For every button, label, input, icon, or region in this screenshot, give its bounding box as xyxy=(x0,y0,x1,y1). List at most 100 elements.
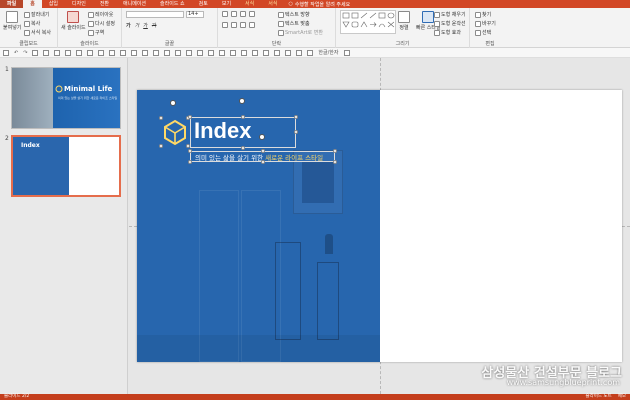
spacing-quick-icon[interactable] xyxy=(241,49,248,56)
resize-handle[interactable] xyxy=(159,144,163,148)
tab-4[interactable]: 전환 xyxy=(93,0,116,8)
section-button[interactable]: 구역 xyxy=(88,29,104,36)
direction-quick-icon[interactable] xyxy=(274,49,281,56)
underline-icon[interactable]: 가 xyxy=(143,22,148,29)
justify-icon[interactable] xyxy=(249,22,255,28)
resize-handle[interactable] xyxy=(241,146,245,150)
size-quick-icon[interactable] xyxy=(307,49,314,56)
group-quick-icon[interactable] xyxy=(186,49,193,56)
font-color-quick-icon[interactable] xyxy=(98,49,105,56)
layout-button[interactable]: 레이아웃 xyxy=(88,11,113,18)
find-button[interactable]: 찾기 xyxy=(475,11,491,18)
customize-quick-icon[interactable] xyxy=(343,49,350,56)
bold-quick-icon[interactable] xyxy=(43,49,50,56)
tab-2[interactable]: 삽입 xyxy=(42,0,65,8)
slide-editing-area[interactable]: Index 의미 있는 삶을 살기 위한 새로운 라이프 스타일 xyxy=(129,58,630,394)
indent-decrease-icon[interactable] xyxy=(240,11,246,17)
format-painter-button[interactable]: 서식 복사 xyxy=(24,29,51,36)
align-center-icon[interactable] xyxy=(231,22,237,28)
resize-handle[interactable] xyxy=(294,130,298,134)
align-text-button[interactable]: 텍스트 맞춤 xyxy=(278,20,310,27)
rotate-handle[interactable] xyxy=(170,100,176,106)
crop-quick-icon[interactable] xyxy=(219,49,226,56)
tab-7[interactable]: 검토 xyxy=(192,0,215,8)
resize-handle[interactable] xyxy=(294,115,298,119)
shape-fill-button[interactable]: 도형 채우기 xyxy=(434,11,466,18)
clear-quick-icon[interactable] xyxy=(296,49,303,56)
strike-icon[interactable]: 가 xyxy=(152,22,157,29)
tab-0[interactable]: 파일 xyxy=(0,0,24,8)
new-slide-button[interactable]: 새 슬라이드 xyxy=(61,11,86,31)
tab-9[interactable]: 서식 xyxy=(238,0,261,8)
table-quick-icon[interactable] xyxy=(120,49,127,56)
indent-quick-icon[interactable] xyxy=(252,49,259,56)
resize-handle[interactable] xyxy=(261,160,265,164)
copy-button[interactable]: 복사 xyxy=(24,20,40,27)
tab-3[interactable]: 디자인 xyxy=(65,0,93,8)
ungroup-quick-icon[interactable] xyxy=(197,49,204,56)
picture-quick-icon[interactable] xyxy=(131,49,138,56)
slide-thumbnail-1[interactable]: Minimal Life 의미 있는 삶을 살기 위한 새로운 라이프 스타일 xyxy=(11,67,121,129)
slide-subtitle[interactable]: 의미 있는 삶을 살기 위한 새로운 라이프 스타일 xyxy=(195,152,323,162)
numbering-icon[interactable] xyxy=(231,11,237,17)
slide-thumbnail-2[interactable]: Index xyxy=(11,135,121,197)
resize-handle[interactable] xyxy=(333,149,337,153)
tab-10[interactable]: 서식 xyxy=(261,0,284,8)
paste-button[interactable]: 붙여넣기 xyxy=(3,11,21,31)
shadow-quick-icon[interactable] xyxy=(65,49,72,56)
comments-button[interactable]: 메모 xyxy=(618,394,626,400)
slide-2[interactable]: Index 의미 있는 삶을 살기 위한 새로운 라이프 스타일 xyxy=(137,90,622,362)
shape-outline-button[interactable]: 도형 윤곽선 xyxy=(434,20,466,27)
shapes-quick-icon[interactable] xyxy=(109,49,116,56)
align-right-icon[interactable] xyxy=(240,22,246,28)
tab-6[interactable]: 슬라이드 쇼 xyxy=(153,0,192,8)
rotate-handle[interactable] xyxy=(239,98,245,104)
hanja-button[interactable]: 한글/한자 xyxy=(318,49,338,56)
bold-icon[interactable]: 가 xyxy=(126,22,131,29)
resize-handle[interactable] xyxy=(188,149,192,153)
columns-quick-icon[interactable] xyxy=(263,49,270,56)
resize-handle[interactable] xyxy=(159,116,163,120)
shapes-gallery[interactable] xyxy=(340,10,396,34)
save-icon[interactable] xyxy=(3,49,9,56)
tab-8[interactable]: 보기 xyxy=(215,0,238,8)
line-quick-icon[interactable] xyxy=(164,49,171,56)
undo-icon[interactable]: ↶ xyxy=(14,50,18,56)
rotate-handle[interactable] xyxy=(259,134,265,140)
chart-quick-icon[interactable] xyxy=(142,49,149,56)
tab-1[interactable]: 홈 xyxy=(23,0,42,8)
text-direction-button[interactable]: 텍스트 방향 xyxy=(278,11,310,18)
format-quick-icon[interactable] xyxy=(230,49,237,56)
arrange-button[interactable]: 정렬 xyxy=(398,11,410,31)
resize-handle[interactable] xyxy=(188,160,192,164)
case-quick-icon[interactable] xyxy=(285,49,292,56)
redo-icon[interactable]: ↷ xyxy=(23,50,27,56)
align-left-icon[interactable] xyxy=(222,22,228,28)
smartart-button[interactable]: SmartArt로 변환 xyxy=(278,29,323,36)
reset-button[interactable]: 다시 설정 xyxy=(88,20,115,27)
replace-button[interactable]: 바꾸기 xyxy=(475,20,496,27)
order-quick-icon[interactable] xyxy=(208,49,215,56)
font-name-box[interactable] xyxy=(126,11,184,18)
italic-icon[interactable]: 가 xyxy=(135,22,140,29)
select-button[interactable]: 선택 xyxy=(475,29,491,36)
slideshow-icon[interactable] xyxy=(32,49,39,56)
resize-handle[interactable] xyxy=(261,149,265,153)
arrow-quick-icon[interactable] xyxy=(175,49,182,56)
cube-logo-icon[interactable] xyxy=(161,118,189,146)
align-quick-icon[interactable] xyxy=(76,49,83,56)
notes-button[interactable]: 슬라이드 노트 xyxy=(585,394,611,400)
tell-me-box[interactable]: ○ 수행할 작업을 알려 주세요 xyxy=(288,1,350,8)
bullets-icon[interactable] xyxy=(222,11,228,17)
cut-button[interactable]: 잘라내기 xyxy=(24,11,49,18)
font-size-box[interactable]: 14+ xyxy=(186,11,204,18)
bullets-quick-icon[interactable] xyxy=(87,49,94,56)
textbox-quick-icon[interactable] xyxy=(153,49,160,56)
italic-quick-icon[interactable] xyxy=(54,49,61,56)
shape-effects-button[interactable]: 도형 효과 xyxy=(434,29,461,36)
tab-5[interactable]: 애니메이션 xyxy=(116,0,153,8)
resize-handle[interactable] xyxy=(188,115,192,119)
resize-handle[interactable] xyxy=(241,115,245,119)
resize-handle[interactable] xyxy=(333,160,337,164)
slide-title[interactable]: Index xyxy=(194,118,251,144)
